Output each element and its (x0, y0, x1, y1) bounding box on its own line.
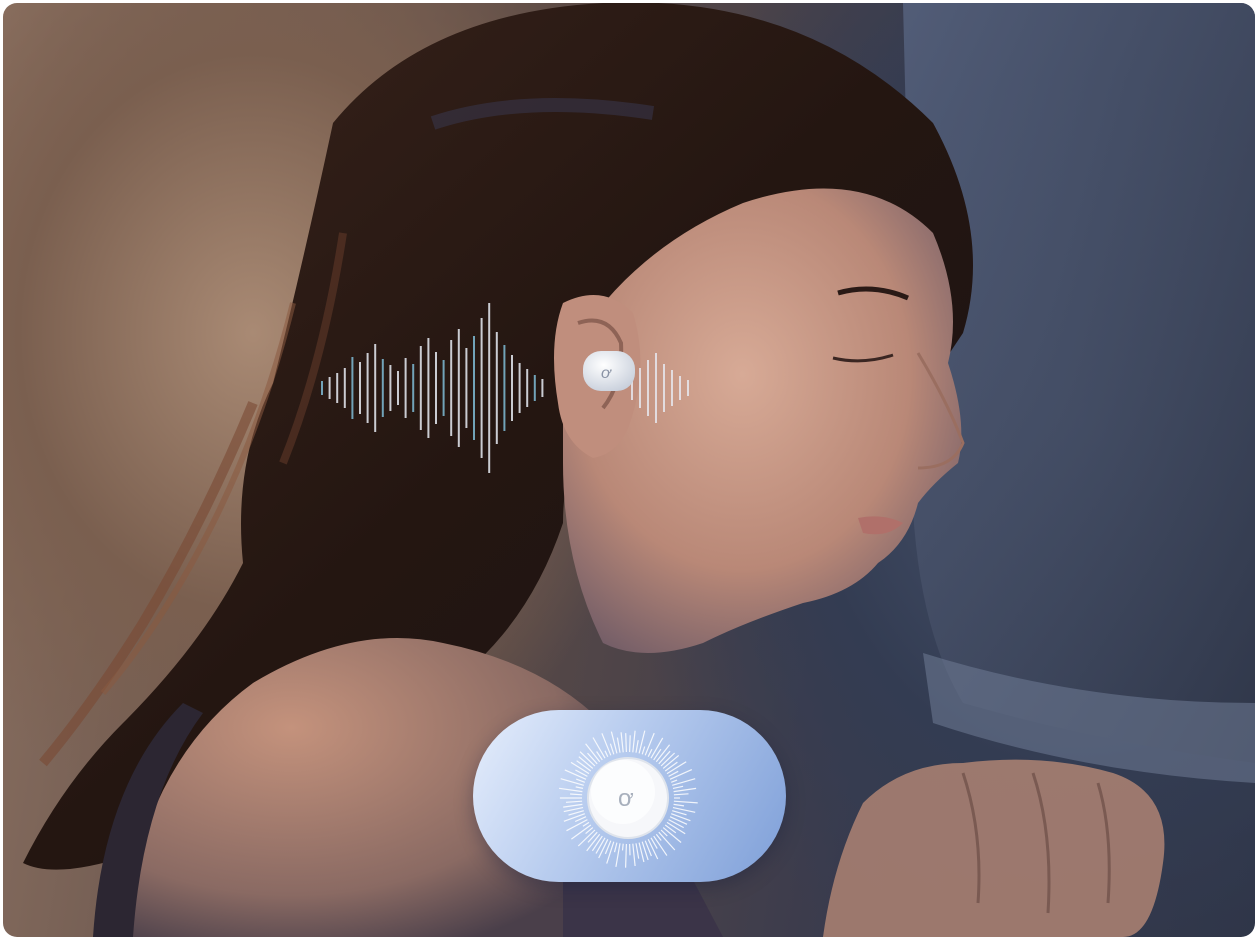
wave-bar (503, 345, 506, 431)
ring-ray (609, 743, 615, 755)
ring-ray (560, 778, 584, 786)
wave-bar (541, 379, 544, 397)
ring-ray (672, 778, 696, 786)
wave-bar (511, 355, 513, 421)
ring-ray (591, 835, 603, 852)
ring-ray (632, 730, 636, 753)
wave-bar (495, 332, 498, 444)
ring-ray (655, 833, 662, 841)
wave-bar (679, 376, 681, 400)
ring-ray (595, 837, 606, 854)
wave-bar (647, 360, 649, 416)
wave-bar (526, 369, 529, 407)
ring-ray (576, 760, 592, 772)
ring-ray (563, 807, 584, 813)
ring-ray (629, 735, 631, 753)
ring-ray (670, 813, 691, 822)
wave-bar (663, 364, 665, 412)
wave-bar (321, 381, 323, 395)
ring-ray (673, 793, 689, 796)
ring-ray (672, 810, 687, 816)
earbud: ơ (583, 351, 635, 391)
ring-ray (575, 778, 586, 783)
ring-ray (635, 740, 639, 753)
ring-ray (670, 779, 678, 783)
wave-bar (404, 358, 407, 418)
ring-ray (601, 733, 612, 756)
ring-ray (625, 733, 627, 753)
ring-ray (647, 748, 653, 757)
ring-ray (644, 732, 655, 756)
wave-bar (480, 318, 483, 458)
ring-ray (673, 803, 685, 807)
ring-ray (641, 746, 646, 755)
wave-bar (351, 357, 354, 419)
ring-ray (672, 785, 684, 789)
ring-ray (559, 787, 583, 793)
wave-bar (442, 360, 445, 416)
wave-bar (473, 336, 475, 440)
wave-bar (450, 340, 453, 436)
wave-bar (419, 346, 422, 430)
ring-ray (606, 841, 615, 864)
wave-bar (336, 373, 339, 403)
wave-bar (687, 380, 689, 396)
wave-bar (533, 375, 536, 401)
wave-bar (389, 365, 392, 411)
wave-bar (374, 344, 377, 432)
ring-ray (668, 819, 684, 829)
ring-ray (615, 843, 621, 868)
ring-ray (669, 816, 688, 825)
ring-ray (587, 831, 598, 843)
ring-ray (563, 813, 586, 822)
ring-ray (570, 793, 583, 796)
wave-bar (343, 368, 346, 408)
wave-bar (655, 353, 657, 423)
wave-bar (518, 363, 521, 413)
wave-bar (427, 338, 430, 438)
ring-ray (625, 843, 627, 868)
ring-ray (621, 843, 624, 851)
earbud-badge: ơ (473, 710, 786, 882)
wave-bar (465, 348, 468, 428)
ring-ray (575, 786, 584, 789)
ring-ray (620, 732, 624, 753)
ring-ray (587, 752, 598, 765)
ring-ray (604, 750, 609, 757)
wave-bar (488, 303, 491, 473)
ring-ray (673, 787, 697, 793)
ring-ray (664, 761, 678, 772)
ring-ray (635, 843, 640, 859)
ring-ray (616, 737, 621, 753)
ring-ray (632, 843, 636, 867)
wave-bar (359, 362, 361, 414)
svg-text:ơ: ơ (601, 365, 612, 382)
ring-ray (664, 824, 677, 834)
ring-ray (582, 821, 590, 827)
badge-graphic: ơ (559, 730, 698, 868)
wave-bar (671, 370, 673, 406)
wave-bar (412, 364, 415, 412)
wave-bar (397, 371, 399, 405)
ring-ray (673, 800, 698, 804)
earbud-logo-icon: ơ (618, 785, 634, 812)
ring-ray (563, 803, 583, 808)
wave-bar (381, 359, 384, 417)
wave-bar (639, 368, 641, 408)
ring-ray (565, 800, 583, 803)
wave-bar (457, 329, 460, 447)
wave-bar (328, 377, 331, 399)
wave-bar (366, 353, 369, 423)
ring-ray (613, 842, 618, 853)
ring-ray (598, 839, 609, 859)
wave-bar (435, 352, 437, 424)
photo-frame: ơ ơ (3, 3, 1255, 937)
ring-ray (658, 750, 671, 765)
